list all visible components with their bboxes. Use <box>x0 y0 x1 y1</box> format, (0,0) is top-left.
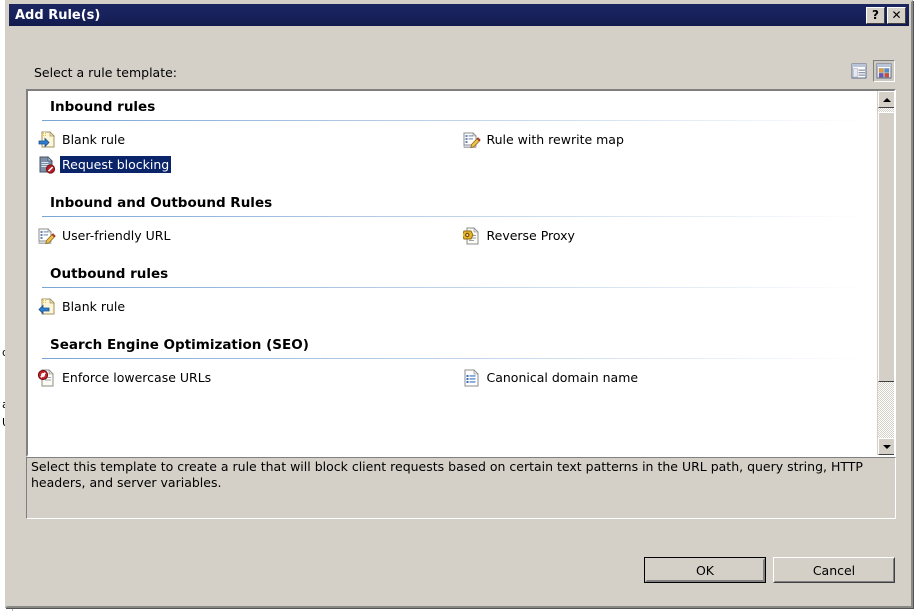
cancel-button[interactable]: Cancel <box>773 557 895 583</box>
template-item-label: Reverse Proxy <box>485 227 577 244</box>
template-item-label: Canonical domain name <box>485 369 641 386</box>
scrollbar-track[interactable] <box>878 108 894 438</box>
template-group-heading: Inbound and Outbound Rules <box>28 187 877 216</box>
template-item[interactable]: Reverse Proxy <box>453 223 878 248</box>
ok-button[interactable]: OK <box>644 557 766 583</box>
canonical-domain-icon <box>463 369 481 387</box>
chevron-down-icon <box>883 445 891 449</box>
help-button[interactable]: ? <box>866 7 885 24</box>
select-template-label: Select a rule template: <box>34 65 177 80</box>
tile-view-icon <box>876 63 892 79</box>
template-item-label: Blank rule <box>60 131 127 148</box>
template-item-label: Blank rule <box>60 298 127 315</box>
template-item[interactable]: Request blocking <box>28 152 453 177</box>
template-item-label: Enforce lowercase URLs <box>60 369 213 386</box>
template-group-heading: Outbound rules <box>28 258 877 287</box>
template-group-items: Blank rule Rule with rewrite map Request b… <box>28 121 877 187</box>
template-group-items: User-friendly URL Reverse Proxy <box>28 217 877 258</box>
blank-outbound-rule-icon <box>38 298 56 316</box>
scroll-down-button[interactable] <box>878 438 895 455</box>
dialog-title: Add Rule(s) <box>9 8 100 23</box>
template-group: Search Engine Optimization (SEO)Enforce … <box>28 329 877 400</box>
template-list[interactable]: Inbound rules Blank rule Rule with rewrite… <box>28 91 877 455</box>
details-view-button[interactable] <box>848 60 870 82</box>
user-friendly-url-icon <box>38 227 56 245</box>
reverse-proxy-icon <box>463 227 481 245</box>
template-item-label: User-friendly URL <box>60 227 172 244</box>
blank-inbound-rule-icon <box>38 131 56 149</box>
enforce-lowercase-icon <box>38 369 56 387</box>
template-item-label: Rule with rewrite map <box>485 131 626 148</box>
cancel-button-label: Cancel <box>813 563 855 578</box>
template-item[interactable]: Blank rule <box>28 294 453 319</box>
close-icon[interactable]: ✕ <box>887 7 906 24</box>
template-item[interactable]: Rule with rewrite map <box>453 127 878 152</box>
template-list-scrollbar[interactable] <box>877 91 894 455</box>
scrollbar-thumb[interactable] <box>878 112 895 382</box>
template-group-heading: Inbound rules <box>28 91 877 120</box>
rewrite-map-rule-icon <box>463 131 481 149</box>
template-item[interactable]: User-friendly URL <box>28 223 453 248</box>
add-rules-dialog: Add Rule(s) ? ✕ Select a rule template: <box>5 0 913 608</box>
template-group: Inbound rules Blank rule Rule with rewrite… <box>28 91 877 187</box>
template-item-label: Request blocking <box>60 156 171 173</box>
ok-button-label: OK <box>696 563 714 578</box>
view-toggle-group <box>848 60 895 82</box>
request-blocking-icon <box>38 156 56 174</box>
titlebar-buttons: ? ✕ <box>866 7 909 24</box>
template-group-heading: Search Engine Optimization (SEO) <box>28 329 877 358</box>
template-item[interactable]: Canonical domain name <box>453 365 878 390</box>
template-group-items: Blank rule <box>28 288 877 329</box>
list-view-icon <box>851 63 867 79</box>
template-group-items: Enforce lowercase URLs Canonical domain n… <box>28 359 877 400</box>
template-group: Outbound rules Blank rule <box>28 258 877 329</box>
template-item[interactable]: Enforce lowercase URLs <box>28 365 453 390</box>
template-item[interactable]: Blank rule <box>28 127 453 152</box>
tiles-view-button[interactable] <box>873 60 895 82</box>
dialog-titlebar[interactable]: Add Rule(s) ? ✕ <box>9 4 909 26</box>
template-group: Inbound and Outbound RulesUser-friendly … <box>28 187 877 258</box>
template-list-panel: Inbound rules Blank rule Rule with rewrite… <box>26 89 896 457</box>
template-description: Select this template to create a rule th… <box>26 457 896 519</box>
scroll-up-button[interactable] <box>878 91 895 108</box>
chevron-up-icon <box>883 98 891 102</box>
